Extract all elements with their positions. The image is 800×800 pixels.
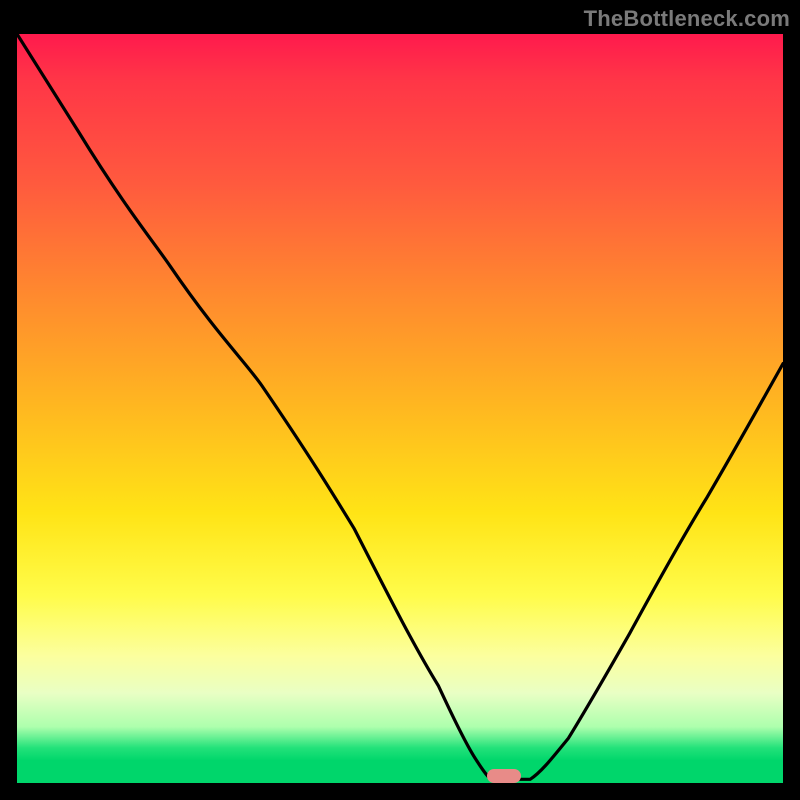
optimum-marker — [487, 769, 521, 783]
plot-area — [17, 34, 783, 783]
bottleneck-curve — [17, 34, 783, 783]
attribution-text: TheBottleneck.com — [584, 6, 790, 32]
curve-path — [17, 34, 783, 779]
chart-frame: TheBottleneck.com — [0, 0, 800, 800]
